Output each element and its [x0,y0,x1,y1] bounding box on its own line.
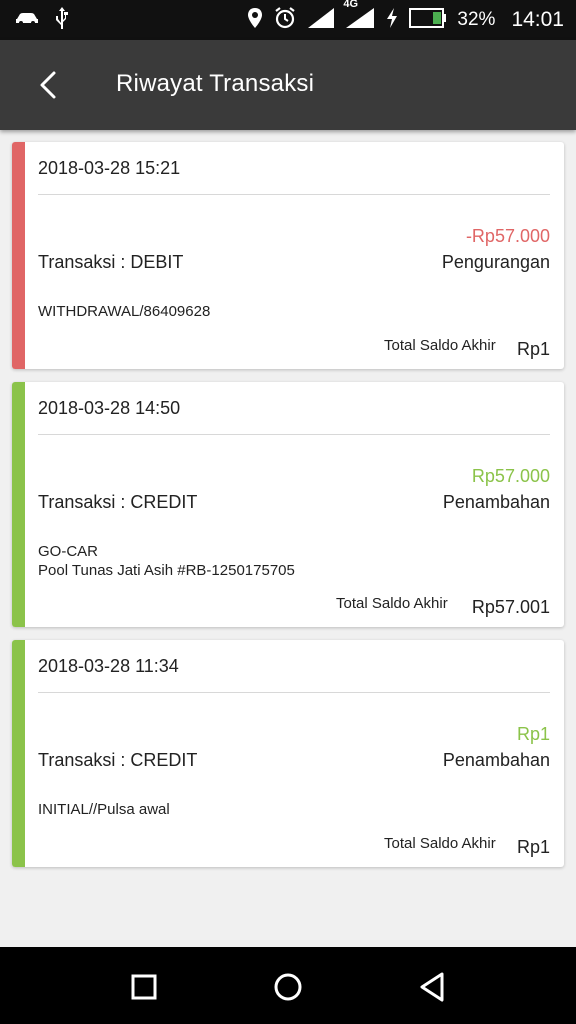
car-icon [14,10,40,31]
total-balance-value: Rp57.001 [471,597,550,617]
status-stripe [12,142,25,369]
clock: 14:01 [511,8,564,31]
total-balance-label: Total Saldo Akhir [336,595,448,612]
total-balance-value: Rp1 [516,339,550,359]
divider [38,194,550,195]
status-stripe [12,640,25,867]
total-balance-label: Total Saldo Akhir [384,337,496,354]
battery-icon [409,7,447,33]
back-button[interactable] [28,65,68,105]
total-balance-value: Rp1 [516,837,550,857]
transaction-card[interactable]: 2018-03-28 15:21 -Rp57.000 Transaksi : D… [12,142,564,369]
transaction-type: Transaksi : DEBIT [38,252,184,272]
app-bar: Riwayat Transaksi [0,40,576,130]
transaction-kind: Pengurangan [441,252,550,272]
transaction-amount: -Rp57.000 [465,226,550,246]
signal-icon [307,7,335,34]
description-line: GO-CAR [38,543,98,560]
transaction-type: Transaksi : CREDIT [38,492,198,512]
recent-apps-button[interactable] [122,965,166,1009]
transaction-description: INITIAL//Pulsa awal [38,800,170,819]
transaction-card[interactable]: 2018-03-28 11:34 Rp1 Transaksi : CREDIT … [12,640,564,867]
recent-apps-icon [131,974,157,1000]
status-stripe [12,382,25,627]
transaction-description: WITHDRAWAL/86409628 [38,302,210,321]
transaction-amount: Rp57.000 [471,466,550,486]
system-nav-bar [0,947,576,1024]
home-button[interactable] [266,965,310,1009]
home-icon [274,973,302,1001]
battery-percent: 32% [457,9,496,30]
description-line: WITHDRAWAL/86409628 [38,303,211,320]
signal-4g-icon: 4G [343,0,375,34]
description-line: Pool Tunas Jati Asih #RB-1250175705 [38,562,295,579]
transaction-datetime: 2018-03-28 15:21 [38,158,181,178]
location-icon [247,7,263,34]
transaction-datetime: 2018-03-28 11:34 [38,656,179,676]
status-bar: 4G 32% 14:01 [0,0,576,40]
back-arrow-icon [40,71,56,99]
total-balance-label: Total Saldo Akhir [384,835,496,852]
divider [38,434,550,435]
page-title: Riwayat Transaksi [116,70,315,97]
transaction-list: 2018-03-28 15:21 -Rp57.000 Transaksi : D… [0,130,576,947]
divider [38,692,550,693]
transaction-card[interactable]: 2018-03-28 14:50 Rp57.000 Transaksi : CR… [12,382,564,627]
charging-icon [385,7,399,34]
transaction-amount: Rp1 [516,724,550,744]
alarm-icon [273,6,297,35]
description-line: INITIAL//Pulsa awal [38,801,170,818]
transaction-description: GO-CAR Pool Tunas Jati Asih #RB-12501757… [38,542,295,580]
transaction-datetime: 2018-03-28 14:50 [38,398,181,418]
nav-back-button[interactable] [410,965,454,1009]
transaction-type: Transaksi : CREDIT [38,750,198,770]
transaction-kind: Penambahan [442,492,550,512]
transaction-kind: Penambahan [442,750,550,770]
back-icon [420,972,444,1002]
usb-icon [54,6,70,35]
